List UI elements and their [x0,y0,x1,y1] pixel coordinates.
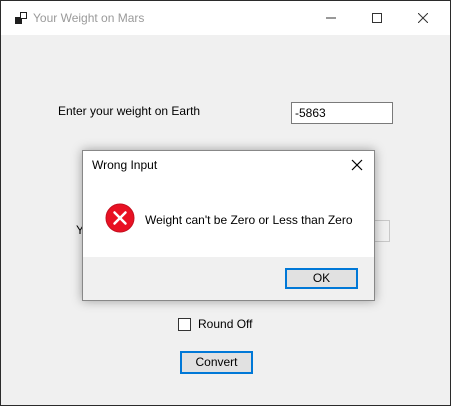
minimize-button[interactable] [308,1,354,35]
dialog-footer: OK [83,257,374,300]
error-icon [105,203,135,233]
title-bar[interactable]: Your Weight on Mars [1,1,450,35]
error-dialog: Wrong Input Weight can't be Zero or Less… [82,150,375,301]
dialog-title: Wrong Input [92,158,158,172]
close-icon [418,13,428,23]
minimize-icon [326,17,336,19]
window-close-button[interactable] [400,1,446,35]
earth-weight-input[interactable] [291,102,393,124]
close-icon [351,159,363,171]
ok-button[interactable]: OK [285,268,358,289]
earth-weight-label: Enter your weight on Earth [58,104,201,118]
convert-button[interactable]: Convert [180,351,253,374]
dialog-message: Weight can't be Zero or Less than Zero [145,213,353,227]
maximize-icon [372,13,382,23]
maximize-button[interactable] [354,1,400,35]
round-off-label: Round Off [198,317,253,331]
round-off-checkbox[interactable]: Round Off [178,317,252,331]
app-icon [15,12,27,24]
main-window: Your Weight on Mars Enter your weight on… [0,0,451,406]
window-title: Your Weight on Mars [33,11,145,25]
checkbox-box[interactable] [178,317,191,331]
dialog-close-button[interactable] [349,157,365,173]
